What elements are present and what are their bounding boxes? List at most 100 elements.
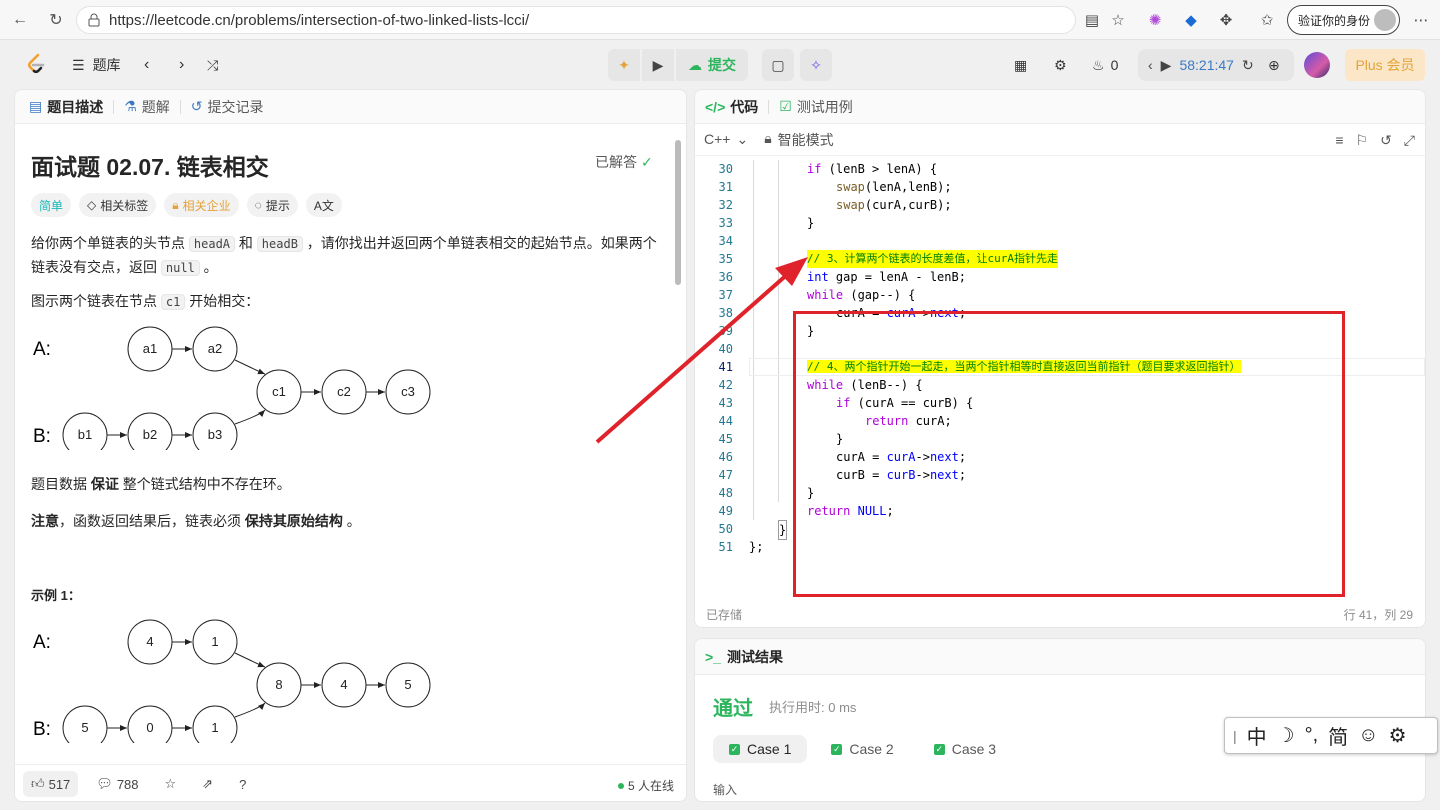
star-icon[interactable]: ☆ — [157, 771, 185, 797]
timer-reset-icon[interactable]: ↻ — [1242, 57, 1254, 74]
related-tags-button[interactable]: ◇ 相关标签 — [79, 193, 157, 217]
plus-member-button[interactable]: Plus 会员 — [1345, 49, 1425, 81]
ime-chinese-mode[interactable]: 中 — [1247, 721, 1267, 750]
timer-play-icon[interactable]: ▶ — [1161, 57, 1172, 74]
streak-count: 0 — [1110, 57, 1119, 73]
format-icon[interactable]: ≡ — [1335, 132, 1343, 149]
code-line: 34 — [695, 232, 1425, 250]
extension-blue-icon[interactable]: ◆ — [1180, 9, 1202, 31]
translate-icon[interactable]: A文 — [305, 193, 342, 217]
timer-collapse-icon[interactable]: ‹ — [1148, 57, 1153, 73]
line-number: 48 — [718, 486, 733, 500]
ime-simplified[interactable]: 简 — [1328, 721, 1348, 750]
node-label: 1 — [211, 720, 218, 735]
code-line: 37 while (gap--) { — [695, 286, 1425, 304]
favorite-star-icon[interactable]: ☆ — [1107, 9, 1129, 31]
tab-solutions[interactable]: ⚗ 题解 — [124, 97, 170, 117]
address-bar[interactable]: https://leetcode.cn/problems/intersectio… — [76, 6, 1076, 34]
notes-icon[interactable]: ▢ — [762, 49, 794, 81]
extensions-puzzle-icon[interactable]: ✥ — [1215, 9, 1237, 31]
line-number: 31 — [718, 180, 733, 194]
line-number: 50 — [718, 522, 733, 536]
edge-arrow — [234, 359, 266, 375]
extension-brain-icon[interactable]: ✺ — [1144, 9, 1166, 31]
line-number: 46 — [718, 450, 733, 464]
description-scrollbar[interactable] — [675, 140, 681, 285]
smart-mode-toggle[interactable]: 🔒︎ 智能模式 — [764, 130, 833, 150]
prev-problem-icon[interactable]: ‹ — [144, 53, 149, 77]
difficulty-tag[interactable]: 简单 — [31, 193, 72, 217]
favorites-icon[interactable]: ✩ — [1256, 9, 1278, 31]
emoji-icon[interactable]: ☺ — [1358, 724, 1378, 747]
result-status: 通过 — [713, 698, 753, 720]
tab-submissions[interactable]: ↺ 提交记录 — [191, 97, 264, 117]
node-label: 4 — [340, 677, 347, 692]
tab-code[interactable]: </> 代码 — [705, 97, 758, 117]
settings-gear-icon[interactable]: ⚙ — [1054, 53, 1067, 77]
related-companies-button[interactable]: 🔒︎ 相关企业 — [164, 193, 239, 217]
tab-description[interactable]: ▤ 题目描述 — [29, 97, 103, 117]
problem-tabs: ▤ 题目描述 ⚗ 题解 ↺ 提交记录 — [15, 90, 686, 124]
language-select[interactable]: C++ ⌄ — [704, 131, 748, 148]
desc-text: 和 — [235, 235, 257, 251]
user-avatar[interactable] — [1304, 52, 1330, 78]
expand-icon[interactable]: ⤢ — [1404, 132, 1415, 149]
reader-icon[interactable]: ▤ — [1081, 9, 1103, 31]
run-icon[interactable]: ▶ — [642, 49, 674, 81]
code-headB: headB — [256, 236, 303, 252]
line-number: 47 — [718, 468, 733, 482]
test-result-title: 测试结果 — [726, 648, 783, 665]
tab-divider — [179, 99, 181, 114]
desc-text: 。 — [199, 259, 218, 275]
desc-bold: 保持其原始结构 — [244, 513, 343, 529]
layout-grid-icon[interactable]: ▦ — [1014, 53, 1027, 77]
ai-sparkle-icon[interactable]: ✧ — [800, 49, 832, 81]
submit-button[interactable]: ☁ 提交 — [676, 49, 748, 81]
next-problem-icon[interactable]: › — [179, 53, 184, 77]
back-icon[interactable]: ← — [9, 9, 31, 31]
app-header: ☰ 题库 ‹ › ⤮ ✦ ▶ ☁ 提交 ▢ ✧ ▦ ⚙ ♨ 0 ‹ ▶ 58:2… — [0, 41, 1440, 88]
related-companies-label: 相关企业 — [182, 198, 231, 213]
desc-bold: 注意 — [31, 513, 59, 529]
case-tab-2[interactable]: ✓ Case 2 — [815, 735, 909, 763]
reload-icon[interactable]: ↻ — [45, 9, 67, 31]
case-tab-1[interactable]: ✓ Case 1 — [713, 735, 808, 763]
desc-text: 图示两个链表在节点 — [31, 293, 161, 309]
reset-icon[interactable]: ↺ — [1380, 132, 1392, 149]
add-friend-icon[interactable]: ⊕ — [1268, 53, 1280, 77]
bookmark-icon[interactable]: ⚐ — [1356, 132, 1369, 149]
code-text: swap(lenA,lenB); — [836, 180, 952, 194]
browser-toolbar: ← ↻ https://leetcode.cn/problems/interse… — [0, 0, 1440, 40]
problem-title: 面试题 02.07. 链表相交 — [31, 154, 269, 180]
leetcode-logo[interactable] — [24, 52, 48, 76]
moon-icon[interactable]: ☽ — [1277, 723, 1295, 748]
streak-button[interactable]: ♨ 0 — [1092, 53, 1118, 77]
problem-bank-button[interactable]: ☰ 题库 — [72, 53, 121, 77]
case-tab-3[interactable]: ✓ Case 3 — [918, 735, 1012, 763]
lightbulb-icon: ◌ — [254, 198, 262, 212]
share-icon[interactable]: ⇗ — [194, 771, 221, 797]
punctuation-icon[interactable]: °, — [1305, 724, 1319, 747]
shuffle-icon[interactable]: ⤮ — [207, 53, 218, 77]
thumbs-up-icon: 👍︎ — [31, 776, 45, 791]
node-label: a2 — [208, 341, 222, 356]
flask-icon: ⚗ — [124, 98, 137, 114]
like-button[interactable]: 👍︎ 517 — [23, 771, 79, 797]
help-icon[interactable]: ? — [231, 771, 254, 797]
debug-icon[interactable]: ✦ — [608, 49, 640, 81]
document-icon: ▤ — [29, 98, 43, 114]
edge-arrow — [234, 702, 266, 718]
more-menu-icon[interactable]: ⋯ — [1410, 9, 1432, 31]
node-label: b2 — [143, 427, 157, 442]
comment-count: 788 — [116, 776, 139, 792]
terminal-icon: >_ — [705, 648, 721, 665]
code-area[interactable]: 30 if (lenB > lenA) { 31 swap(lenA,lenB); … — [695, 160, 1425, 597]
comments-button[interactable]: 💬︎ 788 — [88, 771, 146, 797]
verify-identity-button[interactable]: 验证你的身份 — [1287, 5, 1400, 35]
tab-testcase[interactable]: ☑ 测试用例 — [779, 97, 853, 117]
linked-list-diagram-2: A: B: 4 1 5 0 1 8 4 5 — [33, 619, 431, 743]
hint-button[interactable]: ◌ 提示 — [246, 193, 298, 217]
tab-divider — [113, 99, 115, 114]
ime-grip-icon[interactable]: | — [1233, 728, 1237, 744]
ime-settings-icon[interactable]: ⚙ — [1389, 723, 1407, 748]
